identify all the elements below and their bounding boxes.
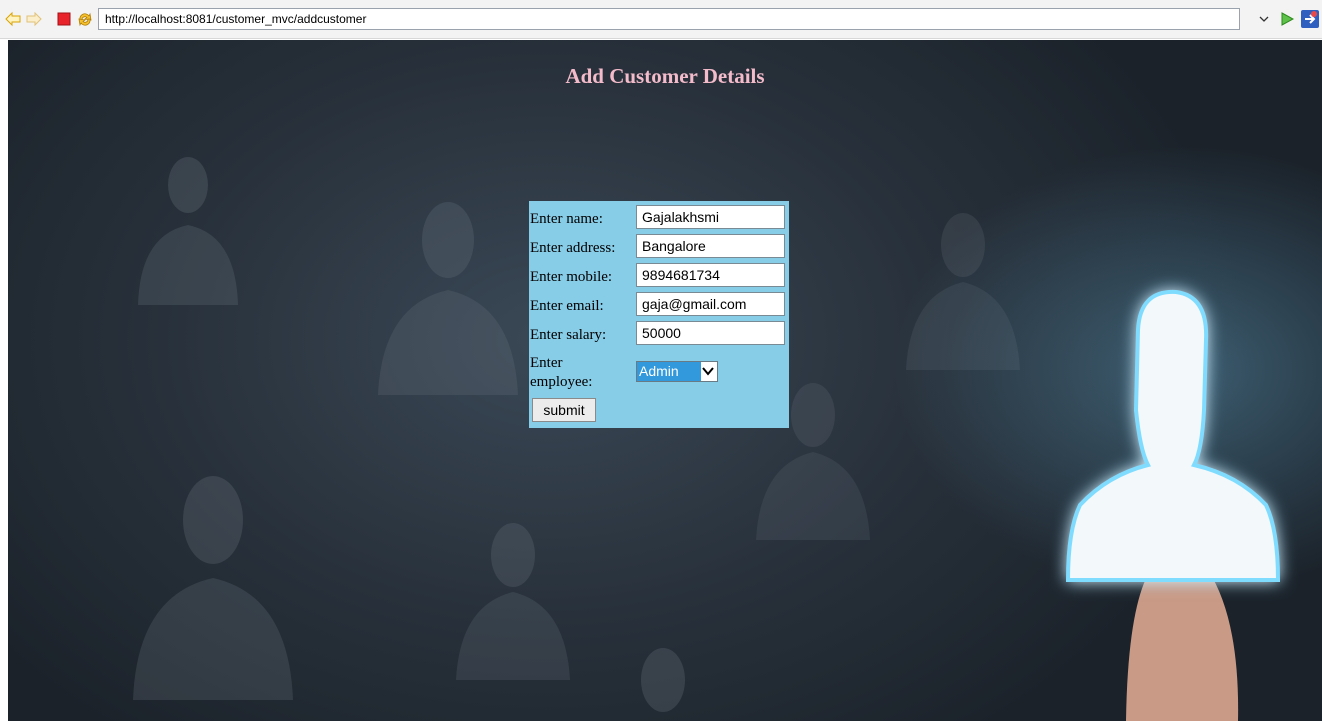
submit-button[interactable]: submit	[532, 398, 596, 422]
page-viewport: Add Customer Details Enter name: Enter a…	[8, 40, 1322, 721]
chevron-down-icon[interactable]	[700, 363, 716, 380]
address-label: Enter address:	[530, 240, 616, 256]
employee-label-line2: employee:	[530, 374, 593, 390]
page-title: Add Customer Details	[565, 64, 765, 88]
employee-select[interactable]: Admin	[636, 361, 718, 382]
email-label: Enter email:	[530, 298, 604, 314]
salary-input[interactable]	[636, 321, 785, 345]
name-label: Enter name:	[530, 211, 603, 227]
browser-toolbar: http://localhost:8081/customer_mvc/addcu…	[0, 0, 1322, 39]
go-icon[interactable]	[1279, 11, 1295, 27]
url-dropdown-icon[interactable]	[1257, 11, 1271, 27]
add-customer-form: Enter name: Enter address: Enter mobile:…	[529, 201, 789, 428]
refresh-icon[interactable]	[77, 11, 93, 27]
glowing-person-icon	[1065, 289, 1281, 721]
address-input[interactable]	[636, 234, 785, 258]
mobile-label: Enter mobile:	[530, 269, 613, 285]
background-person-silhouette	[138, 157, 238, 305]
salary-label: Enter salary:	[530, 327, 607, 343]
url-bar[interactable]: http://localhost:8081/customer_mvc/addcu…	[98, 8, 1240, 30]
background-person-silhouette	[378, 202, 518, 395]
finger-shape	[1126, 560, 1239, 721]
forward-arrow-icon[interactable]	[26, 11, 42, 27]
email-input[interactable]	[636, 292, 785, 316]
employee-selected-value: Admin	[637, 362, 701, 381]
stop-icon[interactable]	[56, 11, 72, 27]
background-person-silhouette	[133, 476, 293, 700]
external-browser-icon[interactable]	[1300, 9, 1320, 29]
back-arrow-icon[interactable]	[5, 11, 21, 27]
background-person-silhouette	[641, 648, 685, 712]
mobile-input[interactable]	[636, 263, 785, 287]
name-input[interactable]	[636, 205, 785, 229]
employee-label-line1: Enter	[530, 355, 563, 371]
background-person-silhouette	[456, 523, 570, 680]
